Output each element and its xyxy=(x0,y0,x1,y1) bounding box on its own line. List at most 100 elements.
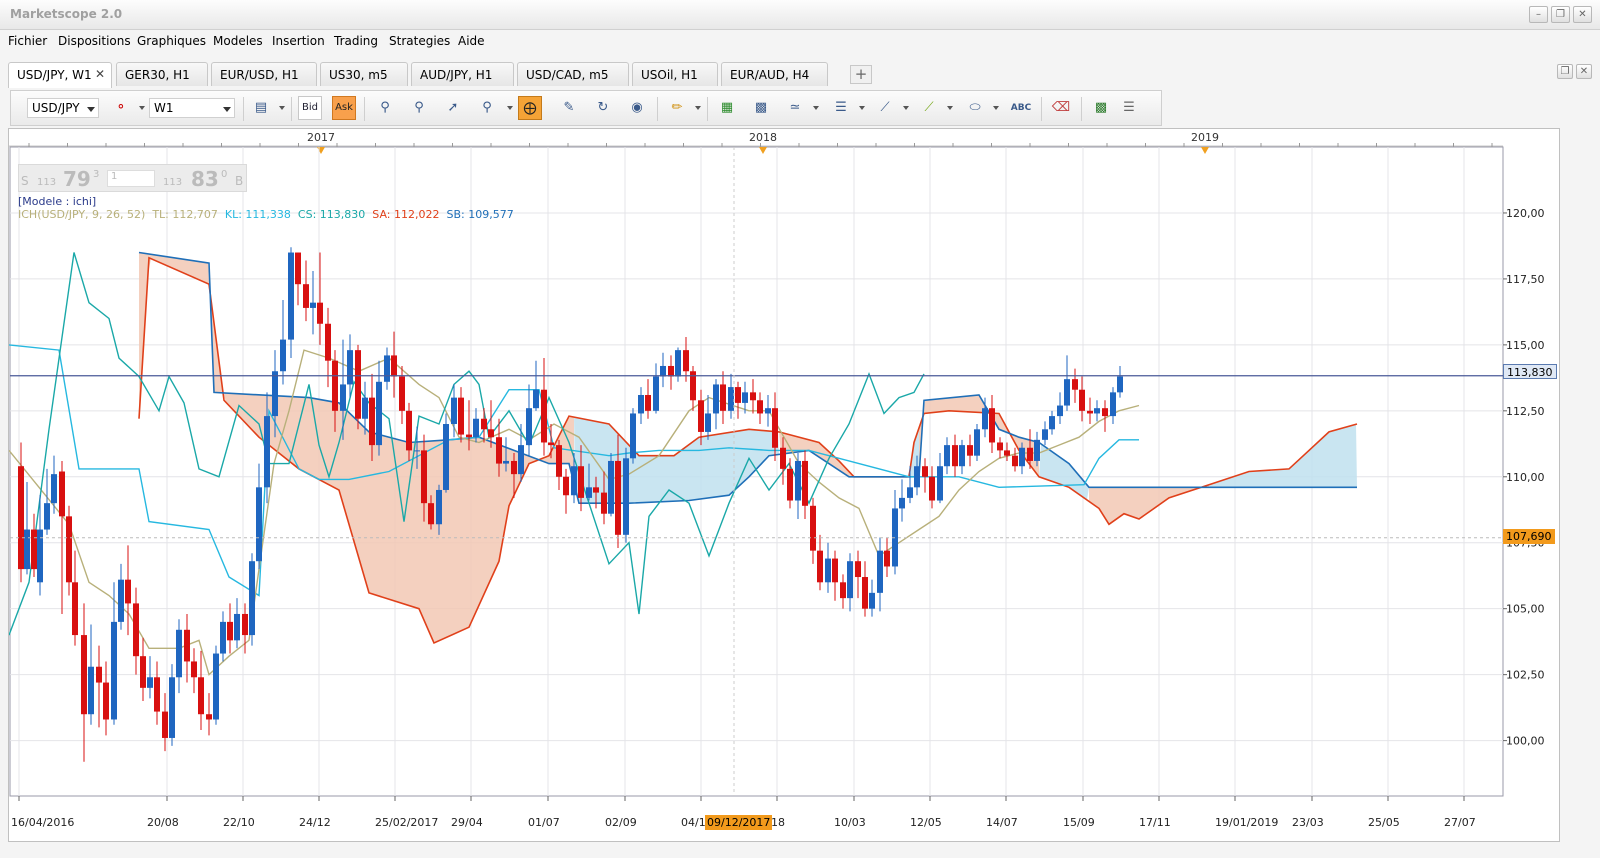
x-tick-label: 22/10 xyxy=(223,816,255,829)
panel-icon[interactable]: ▩ xyxy=(749,96,773,120)
candle-up xyxy=(310,302,316,308)
menu-graphiques[interactable]: Graphiques xyxy=(137,34,206,48)
tab-label: AUD/JPY, H1 xyxy=(420,68,493,82)
eraser-icon[interactable]: ⌫ xyxy=(1049,96,1073,120)
menu-aide[interactable]: Aide xyxy=(458,34,485,48)
menu-insertion[interactable]: Insertion xyxy=(272,34,325,48)
close-icon[interactable]: ✕ xyxy=(1573,6,1592,23)
menu-dispositions[interactable]: Dispositions xyxy=(58,34,131,48)
candle-up xyxy=(24,529,30,570)
candle-down xyxy=(31,529,37,570)
tab-usdjpy-w1[interactable]: USD/JPY, W1 ✕ xyxy=(8,62,112,88)
instrument-select[interactable]: USD/JPY xyxy=(27,98,99,118)
buy-pips[interactable]: 83 xyxy=(191,167,219,191)
zoom-area-icon[interactable]: ⚲ xyxy=(475,96,499,120)
globe-icon[interactable]: ◉ xyxy=(625,96,649,120)
x-tick-label: 12/05 xyxy=(910,816,942,829)
legend-kl: KL: 111,338 xyxy=(224,208,291,221)
tab-us30-m5[interactable]: US30, m5 xyxy=(320,62,408,86)
candle-up xyxy=(347,350,353,385)
menu-fichier[interactable]: Fichier xyxy=(8,34,47,48)
x-tick-label: 24/12 xyxy=(299,816,331,829)
candle-down xyxy=(855,561,861,578)
text-tool-icon[interactable]: ABC xyxy=(1009,96,1033,120)
crosshair-icon[interactable]: ⨁ xyxy=(518,96,542,120)
tab-euraud-h4[interactable]: EUR/AUD, H4 xyxy=(721,62,828,86)
candle-up xyxy=(436,489,442,525)
close-tab-icon[interactable]: ✕ xyxy=(95,67,105,81)
candle-down xyxy=(355,350,361,419)
candle-up xyxy=(847,561,853,599)
x-tick-label: 16/04/2016 xyxy=(11,816,74,829)
add-tab-icon[interactable]: + xyxy=(850,65,872,84)
sell-pips[interactable]: 79 xyxy=(63,167,91,191)
candle-down xyxy=(840,582,846,599)
hierarchy-icon[interactable]: ▩ xyxy=(1089,96,1113,120)
y-tick-label: 115,00 xyxy=(1506,339,1545,352)
candle-up xyxy=(1034,439,1040,461)
x-tick-label: 19/01/2019 xyxy=(1215,816,1278,829)
y-tick-label: 112,50 xyxy=(1506,405,1545,418)
tab-ger30-h1[interactable]: GER30, H1 xyxy=(116,62,208,86)
candle-up xyxy=(1042,429,1048,440)
candle-down xyxy=(488,429,494,438)
candle-up xyxy=(705,413,711,432)
x-tick-label: 23/03 xyxy=(1292,816,1324,829)
menu-trading[interactable]: Trading xyxy=(334,34,378,48)
chart-canvas[interactable]: 201720182019100,00102,50105,00107,50110,… xyxy=(8,129,1559,841)
candle-down xyxy=(198,677,204,715)
candle-down xyxy=(428,503,434,525)
tab-usdcad-m5[interactable]: USD/CAD, m5 xyxy=(517,62,629,86)
ellipse-icon[interactable]: ⬭ xyxy=(963,96,987,120)
candle-down xyxy=(399,376,405,411)
tab-eurusd-h1[interactable]: EUR/USD, H1 xyxy=(211,62,317,86)
candle-down xyxy=(989,408,995,443)
line-icon[interactable]: ⟋ xyxy=(917,96,941,120)
sell-fraction: 3 xyxy=(93,169,100,180)
amount-input[interactable]: 1 xyxy=(107,170,155,187)
indicator-legend[interactable]: ICH(USD/JPY, 9, 26, 52) TL: 112,707 KL: … xyxy=(18,208,514,221)
candle-down xyxy=(191,661,197,678)
tab-audjpy-h1[interactable]: AUD/JPY, H1 xyxy=(411,62,514,86)
candle-up xyxy=(526,408,532,446)
ask-button[interactable]: Ask xyxy=(332,96,356,120)
picture-icon[interactable]: ▦ xyxy=(715,96,739,120)
candle-up xyxy=(660,365,666,377)
chart-style-icon[interactable]: ▤ xyxy=(249,96,273,120)
candle-down xyxy=(96,666,102,683)
chart-type-icon[interactable]: ⚬ xyxy=(109,96,133,120)
candle-up xyxy=(340,384,346,411)
refresh-icon[interactable]: ↻ xyxy=(591,96,615,120)
candle-down xyxy=(72,582,78,636)
ruler-icon[interactable]: ✏ xyxy=(665,96,689,120)
timeframe-select[interactable]: W1 xyxy=(149,98,235,118)
candle-down xyxy=(511,460,517,475)
menu-modeles[interactable]: Modeles xyxy=(213,34,263,48)
candle-up xyxy=(877,550,883,593)
restore-icon[interactable]: ❐ xyxy=(1551,6,1570,23)
tab-label: EUR/AUD, H4 xyxy=(730,68,810,82)
tab-label: USOil, H1 xyxy=(641,68,698,82)
candle-down xyxy=(817,550,823,583)
bid-button[interactable]: Bid xyxy=(298,96,322,120)
fibonacci-icon[interactable]: ≃ xyxy=(783,96,807,120)
quote-widget[interactable]: S 113 79 3 1 113 83 0 B xyxy=(18,164,247,192)
trendline-tools-icon[interactable]: ⟋ xyxy=(873,96,897,120)
tab-usoil-h1[interactable]: USOil, H1 xyxy=(632,62,718,86)
candle-down xyxy=(578,466,584,498)
horizontal-lines-icon[interactable]: ☰ xyxy=(829,96,853,120)
zoom-in-icon[interactable]: ⚲ xyxy=(373,96,397,120)
zoom-out-icon[interactable]: ⚲ xyxy=(407,96,431,120)
menu-strategies[interactable]: Strategies xyxy=(389,34,450,48)
more-icon[interactable]: ☰ xyxy=(1121,96,1137,120)
minimize-icon[interactable]: – xyxy=(1529,6,1548,23)
chart-area[interactable]: 201720182019100,00102,50105,00107,50110,… xyxy=(8,128,1560,842)
crosshair-date-tag: 09/12/2017 xyxy=(705,815,773,830)
restore-pane-icon[interactable]: ❐ xyxy=(1557,64,1573,79)
close-pane-icon[interactable]: ✕ xyxy=(1576,64,1592,79)
candle-up xyxy=(728,387,734,411)
menu-bar: Fichier Dispositions Graphiques Modeles … xyxy=(0,30,1600,52)
candle-down xyxy=(1079,389,1085,411)
cursor-icon[interactable]: ➚ xyxy=(441,96,465,120)
data-window-icon[interactable]: ✎ xyxy=(557,96,581,120)
